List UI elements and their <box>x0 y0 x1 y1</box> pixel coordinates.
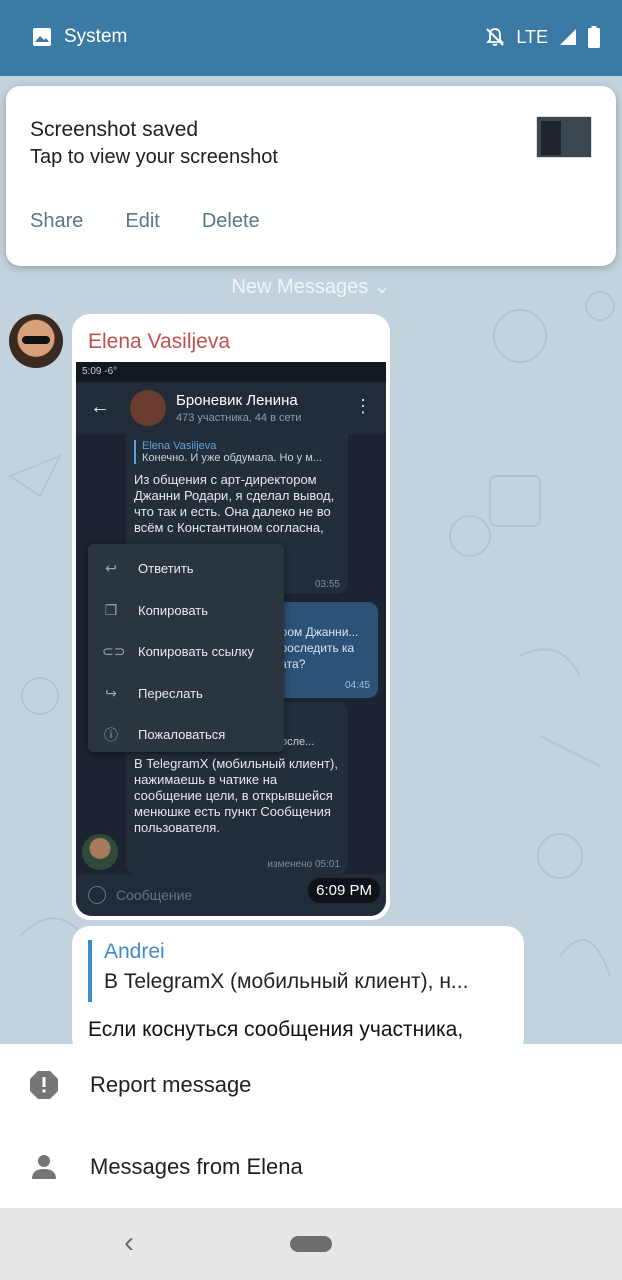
shot-message-2-time: 04:45 <box>344 680 370 691</box>
ctx-label: Копировать <box>138 602 208 618</box>
back-arrow-icon: ← <box>90 396 110 418</box>
chevron-down-icon: ⌄ <box>373 276 391 298</box>
smile-icon <box>88 886 106 904</box>
back-icon[interactable]: ‹ <box>124 1226 134 1260</box>
ctx-item-copy: ❐ Копировать <box>88 590 284 632</box>
ctx-label: Пожаловаться <box>138 727 226 743</box>
message-bubble-elena[interactable]: Elena Vasiljeva 5:09 -6° ← Броневик Лени… <box>72 314 390 920</box>
screenshot-notification[interactable]: Screenshot saved Tap to view your screen… <box>6 86 616 266</box>
bottom-sheet: Report message Messages from Elena <box>0 1044 622 1208</box>
share-button[interactable]: Share <box>30 210 83 233</box>
ctx-label: Копировать ссылку <box>138 644 254 660</box>
copy-icon: ❐ <box>104 601 118 618</box>
shot-status-temp: -6° <box>104 366 118 377</box>
message-timestamp: 6:09 PM <box>308 878 380 903</box>
shot-chat-avatar <box>130 390 166 426</box>
status-app-label: System <box>64 26 128 47</box>
shot-chat-subtitle: 473 участника, 44 в сети <box>176 412 302 424</box>
shot-status-time: 5:09 <box>82 366 102 377</box>
ctx-item-report: ⓘ Пожаловаться <box>88 714 284 756</box>
avatar-glasses <box>22 336 50 344</box>
notification-text: Tap to view your screenshot <box>30 146 278 168</box>
reply-quote-text: В TelegramX (мобильный клиент), н... <box>104 970 469 993</box>
reply-message-text: Если коснуться сообщения участника, <box>88 1018 464 1041</box>
sender-name[interactable]: Elena Vasiljeva <box>88 330 230 354</box>
status-left: System <box>32 26 127 48</box>
signal-icon <box>560 29 576 45</box>
message-bubble-reply[interactable]: Andrei В TelegramX (мобильный клиент), н… <box>72 926 524 1056</box>
notification-title: Screenshot saved <box>30 118 199 141</box>
home-pill[interactable] <box>290 1236 332 1252</box>
shot-message-3-time: изменено 05:01 <box>267 859 340 870</box>
shot-status-bar: 5:09 -6° <box>76 362 386 382</box>
messages-from-elena-label: Messages from Elena <box>90 1154 303 1179</box>
ctx-label: Переслать <box>138 685 203 701</box>
edit-button[interactable]: Edit <box>125 210 159 233</box>
battery-icon <box>588 26 600 48</box>
screenshot-thumbnail[interactable] <box>536 116 592 158</box>
reply-icon: ↩ <box>105 560 117 577</box>
person-icon <box>28 1151 60 1183</box>
shot-message-2-text: ором Джанни... проследить ка чата? <box>274 625 359 671</box>
shot-quote-text: Конечно. И уже обдумала. Но у м... <box>142 452 322 464</box>
status-bar: System LTE <box>0 0 622 76</box>
report-icon <box>28 1069 60 1101</box>
reply-quote-name: Andrei <box>104 940 165 963</box>
new-messages-divider[interactable]: New Messages ⌄ <box>0 274 622 299</box>
image-icon <box>33 28 51 46</box>
reply-quote[interactable]: Andrei В TelegramX (мобильный клиент), н… <box>88 940 506 1002</box>
status-right: LTE <box>484 26 600 48</box>
shot-header: ← Броневик Ленина 473 участника, 44 в се… <box>76 382 386 434</box>
system-nav-bar: ‹ <box>0 1208 622 1280</box>
link-icon: ⊂⊃ <box>102 643 126 660</box>
ctx-item-reply: ↩ Ответить <box>88 548 284 590</box>
embedded-screenshot-image[interactable]: 5:09 -6° ← Броневик Ленина 473 участника… <box>76 362 386 916</box>
shot-message-1-time: 03:55 <box>314 579 340 590</box>
shot-user-avatar <box>82 834 118 870</box>
messages-from-elena-item[interactable]: Messages from Elena <box>0 1126 622 1208</box>
delete-button[interactable]: Delete <box>202 210 260 233</box>
shot-message-3-text: В TelegramX (мобильный клиент), нажимаеш… <box>134 756 338 835</box>
shot-quote-name: Elena Vasiljeva <box>142 440 217 452</box>
shot-quote-1: Elena Vasiljeva Конечно. И уже обдумала.… <box>134 440 340 464</box>
ctx-item-copy-link: ⊂⊃ Копировать ссылку <box>88 631 284 673</box>
report-message-item[interactable]: Report message <box>0 1044 622 1126</box>
alert-icon: ⓘ <box>104 726 118 743</box>
forward-icon: ↪ <box>105 684 117 701</box>
shot-input-placeholder: Сообщение <box>116 887 193 903</box>
notification-actions: Share Edit Delete <box>30 210 260 233</box>
ctx-item-forward: ↪ Переслать <box>88 673 284 715</box>
ctx-label: Ответить <box>138 561 194 577</box>
shot-context-menu: ↩ Ответить ❐ Копировать ⊂⊃ Копировать ссылк… <box>88 544 284 752</box>
more-vert-icon: ⋮ <box>354 396 372 416</box>
shot-chat-title: Броневик Ленина <box>176 392 298 409</box>
avatar-elena[interactable] <box>9 314 63 368</box>
new-messages-label: New Messages <box>231 276 369 298</box>
shot-message-1-text: Из общения с арт-директором Джанни Родар… <box>134 472 335 535</box>
report-message-label: Report message <box>90 1072 252 1097</box>
notifications-off-icon <box>486 28 505 46</box>
network-type: LTE <box>516 26 548 47</box>
